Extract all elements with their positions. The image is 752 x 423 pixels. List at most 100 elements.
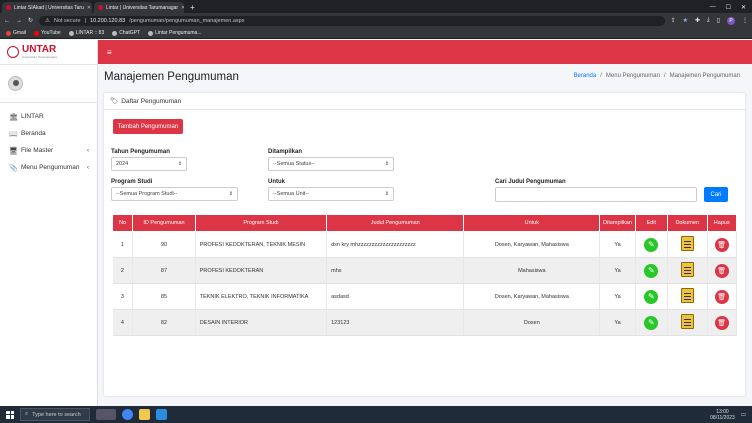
sidebar-item-lintar[interactable]: 🏛 LINTAR <box>0 108 97 125</box>
cell-id: 82 <box>132 309 196 336</box>
cell-ditampilkan: Ya <box>599 309 636 336</box>
cell-id: 87 <box>132 257 196 284</box>
search-title-input[interactable] <box>495 187 697 202</box>
prodi-select[interactable]: --Semua Program Studi-- ⇕ <box>111 187 238 201</box>
brand-logo[interactable]: UNTAR Universitas Tarumanagara <box>0 40 97 65</box>
downloads-icon[interactable]: ⤓ <box>707 17 710 24</box>
cell-dokumen <box>667 309 708 336</box>
column-header[interactable]: Program Studi <box>194 214 328 232</box>
document-icon[interactable] <box>680 236 694 251</box>
windows-start-icon[interactable] <box>6 410 14 419</box>
trash-icon[interactable]: 🗑 <box>714 315 729 330</box>
browser-actions: ⇪ ★ ✚ ⤓ ▯ P ⋮ <box>671 16 748 25</box>
sidebar-item-menu-pengumuman[interactable]: 📎 Menu Pengumuman ‹ <box>0 159 97 176</box>
globe-icon <box>148 30 154 36</box>
breadcrumb-link-beranda[interactable]: Beranda <box>574 73 597 79</box>
cell-ditampilkan: Ya <box>599 231 636 258</box>
column-header[interactable]: Ditampilkan <box>599 214 636 232</box>
search-button[interactable]: Cari <box>704 187 728 202</box>
cell-edit: ✎ <box>635 231 668 258</box>
url-field[interactable]: ⚠ Not secure | 10.200.120.83/pengumuman/… <box>39 15 665 26</box>
sidebar-item-label: Menu Pengumuman <box>21 164 80 171</box>
document-icon[interactable] <box>680 314 694 329</box>
page-title: Manajemen Pengumuman <box>104 71 239 83</box>
sidebar-item-beranda[interactable]: 📖 Beranda <box>0 125 97 142</box>
url-host: 10.200.120.83 <box>90 17 126 24</box>
sidebar-item-file-master[interactable]: 🖥 File Master ‹ <box>0 142 97 159</box>
bookmark-star-icon[interactable]: ★ <box>683 17 688 24</box>
column-header[interactable]: Untuk <box>463 214 601 232</box>
clock-date: 08/11/2023 <box>710 414 735 421</box>
trash-icon[interactable]: 🗑 <box>714 263 729 278</box>
tab-close-icon[interactable]: ✕ <box>87 5 91 11</box>
globe-icon <box>68 30 74 36</box>
untuk-select[interactable]: --Semua Unit-- ⇕ <box>268 187 394 201</box>
document-icon[interactable] <box>680 288 694 303</box>
edit-pencil-icon[interactable]: ✎ <box>644 237 659 252</box>
column-header[interactable]: ID Pengumuman <box>132 214 196 232</box>
edit-pencil-icon[interactable]: ✎ <box>644 315 659 330</box>
status-label: Ditampilkan <box>268 149 303 155</box>
sidebar-item-label: LINTAR <box>21 113 44 120</box>
new-tab-button[interactable]: + <box>190 3 195 12</box>
avatar[interactable] <box>8 76 23 91</box>
add-announcement-button[interactable]: Tambah Pengumuman <box>113 119 183 134</box>
browser-tab-lintar[interactable]: Lintar | Universitas Tarumanagar ✕ <box>94 2 184 13</box>
chevron-left-icon: ‹ <box>87 147 89 154</box>
bookmark-lintar[interactable]: LINTAR :: 83 <box>68 30 104 36</box>
forward-icon[interactable]: → <box>16 18 22 24</box>
sidebar: UNTAR Universitas Tarumanagara 🏛 LINTAR … <box>0 40 98 406</box>
bookmark-lintar-pengumuman[interactable]: Lintar Pengumuma... <box>148 30 202 36</box>
edit-pencil-icon[interactable]: ✎ <box>644 289 659 304</box>
notification-icon[interactable]: ▭ <box>741 412 746 418</box>
year-label: Tahun Pengumuman <box>111 149 170 155</box>
document-icon[interactable] <box>680 262 694 277</box>
sidepanel-icon[interactable]: ▯ <box>717 17 720 24</box>
breadcrumb-separator: / <box>600 73 602 79</box>
edit-pencil-icon[interactable]: ✎ <box>644 263 659 278</box>
trash-icon[interactable]: 🗑 <box>714 289 729 304</box>
select-arrows-icon: ⇕ <box>384 191 389 197</box>
table-row: 3 85 TEKNIK ELEKTRO, TEKNIK INFORMATIKA … <box>112 283 738 310</box>
status-select[interactable]: --Semua Status-- ⇕ <box>268 157 394 171</box>
maximize-icon[interactable]: ☐ <box>726 4 731 11</box>
paperclip-icon: 📎 <box>9 164 18 172</box>
bookmark-youtube[interactable]: YouTube <box>34 30 61 36</box>
tab-favicon-icon <box>6 5 11 10</box>
user-panel <box>0 65 97 103</box>
chrome-icon[interactable] <box>122 409 133 420</box>
bookmark-gmail[interactable]: Gmail <box>6 30 26 36</box>
profile-avatar[interactable]: P <box>727 16 735 25</box>
vscode-icon[interactable] <box>156 409 167 420</box>
reload-icon[interactable]: ↻ <box>28 17 33 24</box>
column-header: Edit <box>634 214 668 232</box>
back-icon[interactable]: ← <box>4 18 10 24</box>
browser-tab-siakad[interactable]: Lintar SIAkad | Universitas Taru ✕ <box>2 2 92 13</box>
bookmark-chatgpt[interactable]: ChatGPT <box>112 30 140 36</box>
taskbar-clock[interactable]: 13:00 08/11/2023 <box>710 409 735 421</box>
tab-close-icon[interactable]: ✕ <box>181 5 184 11</box>
column-header[interactable]: No <box>111 214 134 232</box>
system-tray: 13:00 08/11/2023 ▭ <box>710 409 752 421</box>
window-controls: — ☐ ✕ <box>710 4 752 11</box>
menu-kebab-icon[interactable]: ⋮ <box>742 17 748 24</box>
close-window-icon[interactable]: ✕ <box>741 4 746 11</box>
extensions-icon[interactable]: ✚ <box>695 17 700 24</box>
sidebar-nav: 🏛 LINTAR 📖 Beranda 🖥 File Master ‹ 📎 Men… <box>0 103 97 176</box>
cell-id: 85 <box>132 283 196 310</box>
share-icon[interactable]: ⇪ <box>671 17 676 24</box>
breadcrumb-item: Menu Pengumuman <box>605 73 660 79</box>
column-header[interactable]: Judul Pengumuman <box>326 214 465 232</box>
hamburger-menu-icon[interactable]: ≡ <box>107 48 112 57</box>
bookmarks-bar: Gmail YouTube LINTAR :: 83 ChatGPT Linta… <box>0 28 752 39</box>
file-explorer-icon[interactable] <box>139 409 150 420</box>
breadcrumb: Beranda / Menu Pengumuman / Manajemen Pe… <box>574 73 740 79</box>
taskbar-search-input[interactable]: ⌕ Type here to search <box>20 408 90 421</box>
widgets-icon[interactable] <box>96 409 116 420</box>
windows-taskbar: ⌕ Type here to search 13:00 08/11/2023 ▭ <box>0 406 752 423</box>
trash-icon[interactable]: 🗑 <box>714 237 729 252</box>
minimize-icon[interactable]: — <box>710 4 716 11</box>
cell-dokumen <box>667 231 708 258</box>
year-select[interactable]: 2024 ⇕ <box>111 157 187 171</box>
cell-prodi: PROFESI KEDOKTERAN, TEKNIK MESIN <box>195 231 328 258</box>
